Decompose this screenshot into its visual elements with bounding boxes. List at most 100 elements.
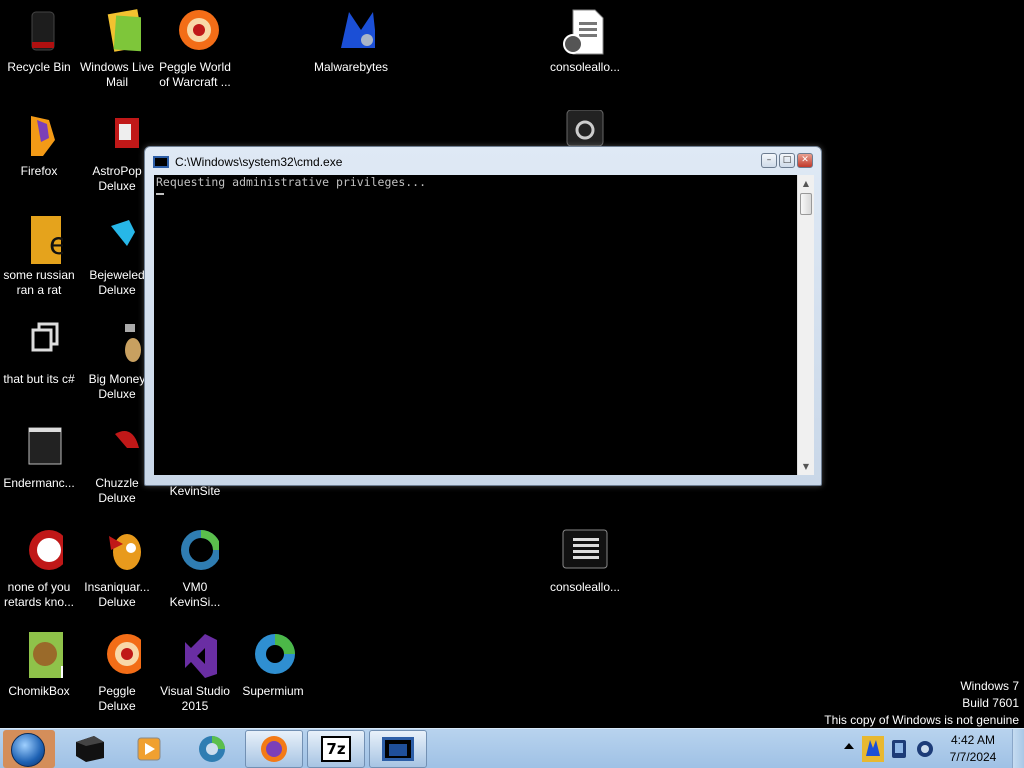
media-player-icon [137,737,161,761]
tray-volume-icon[interactable] [914,736,936,762]
caption-buttons: – □ ✕ [759,153,813,168]
desktop-icon-firefox[interactable]: Firefox [0,112,78,179]
icon-label: consoleallo... [549,60,621,74]
icon-label: that but its c# [3,372,75,386]
icon-label: Endermanc... [3,476,75,490]
icon-label: Peggle Deluxe [98,684,136,713]
taskbar-cmd[interactable] [369,730,427,768]
desktop-icon-recycle-bin[interactable]: Recycle Bin [0,8,78,75]
show-desktop-button[interactable] [1012,729,1024,768]
scroll-thumb[interactable] [800,193,812,215]
vm-icon [171,528,221,576]
astropop-icon [93,112,141,160]
tray-network-icon[interactable] [888,736,910,762]
desktop-icon-consoleallo-document[interactable]: consoleallo... [546,8,624,75]
desktop-icon-insaniquarium-deluxe[interactable]: Insaniquar... Deluxe [78,528,156,610]
firefox-icon [15,112,63,160]
desktop-icon-visual-studio-2015[interactable]: Visual Studio 2015 [156,632,234,714]
show-hidden-icons-arrow-icon[interactable] [844,743,854,749]
chuzzle-icon [93,424,141,472]
icon-label: Peggle World of Warcraft ... [159,60,231,89]
text-cursor [156,193,164,195]
icon-label: VM0 KevinSi... [169,580,221,609]
taskbar: 7z 4:42 AM 7/7/2024 [0,728,1024,768]
clock-date: 7/7/2024 [949,750,997,764]
icon-label: KevinSite [169,484,221,498]
icon-label: Firefox [20,164,58,178]
scroll-down-arrow-icon[interactable]: ▼ [798,458,814,475]
desktop-icon-malwarebytes[interactable]: Malwarebytes [312,8,390,75]
peggle-icon [171,8,219,56]
icon-label: ChomikBox [8,684,70,698]
window-title: C:\Windows\system32\cmd.exe [175,155,343,169]
window-titlebar[interactable]: C:\Windows\system32\cmd.exe [153,151,751,173]
desktop-icon-kevinsite[interactable]: KevinSite [156,484,234,499]
firefox-icon [261,736,287,762]
app-icon [15,528,69,576]
icon-label: some russian ran a rat [3,268,75,297]
app-icon: e [15,216,67,264]
taskbar-browser[interactable] [183,730,241,768]
recycle-bin-icon [15,8,63,56]
svg-text:e: e [49,227,63,262]
genuine-watermark: Windows 7 Build 7601 This copy of Window… [824,678,1019,729]
scroll-up-arrow-icon[interactable]: ▲ [798,175,814,192]
taskbar-media-player[interactable] [120,730,178,768]
visual-studio-icon [171,632,219,680]
tray-malwarebytes-icon[interactable] [862,736,884,762]
chomikbox-icon [15,632,75,680]
malwarebytes-icon [327,8,377,56]
watermark-build: Build 7601 [962,696,1019,710]
taskbar-7zip[interactable]: 7z [307,730,365,768]
desktop-icon-none-of-you[interactable]: none of you retards kno... [0,528,78,610]
icon-label: Visual Studio 2015 [160,684,230,713]
desktop-icon-some-russian-ran-a-rat[interactable]: e some russian ran a rat [0,216,78,298]
taskbar-media-center[interactable] [60,730,118,768]
windows-logo-icon [11,733,45,767]
bejeweled-icon [93,216,141,264]
clock-time: 4:42 AM [950,733,996,747]
big-money-icon [93,320,141,368]
desktop-icon-supermium[interactable]: Supermium [234,632,312,699]
shortcut-icon [15,320,63,368]
start-button[interactable] [3,730,55,768]
icon-label: Malwarebytes [313,60,389,74]
desktop-icon-windows-live-mail[interactable]: Windows Live Mail [78,8,156,90]
desktop-icon-peggle-deluxe[interactable]: Peggle Deluxe [78,632,156,714]
minimize-button[interactable]: – [761,153,777,168]
desktop-icon-peggle-world-of-warcraft[interactable]: Peggle World of Warcraft ... [156,8,234,90]
taskbar-firefox[interactable] [245,730,303,768]
maximize-button[interactable]: □ [779,153,795,168]
vertical-scrollbar[interactable]: ▲ ▼ [797,175,814,475]
close-button[interactable]: ✕ [797,153,813,168]
desktop-icon-that-but-its-csharp[interactable]: that but its c# [0,320,78,387]
window-icon [15,424,63,472]
icon-label: none of you retards kno... [3,580,75,609]
icon-label: Insaniquar... Deluxe [84,580,150,609]
cmd-window[interactable]: C:\Windows\system32\cmd.exe – □ ✕ Reques… [144,146,822,486]
7zip-icon: 7z [321,736,351,762]
console-line: Requesting administrative privileges... [156,175,427,189]
icon-label: consoleallo... [549,580,621,594]
cmd-icon [382,737,414,761]
desktop-icon-endermanch[interactable]: Endermanc... [0,424,78,491]
watermark-os: Windows 7 [960,679,1019,693]
desktop-icon-consoleallo-console[interactable]: consoleallo... [546,528,624,595]
document-icon [561,8,609,56]
desktop-icon-chomikbox[interactable]: ChomikBox [0,632,78,699]
watermark-notice: This copy of Windows is not genuine [824,713,1019,727]
icon-label: Supermium [242,684,304,698]
console-icon [561,528,609,576]
taskbar-clock[interactable]: 4:42 AM 7/7/2024 [936,732,1010,766]
windows-live-mail-icon [93,8,145,56]
desktop-icon-vm0-kevinsite[interactable]: VM0 KevinSi... [156,528,234,610]
icon-label: Recycle Bin [7,60,71,74]
icon-label: Windows Live Mail [79,60,155,89]
cmd-icon [153,156,169,168]
media-center-icon [76,736,104,762]
console-output[interactable]: Requesting administrative privileges... [154,175,797,475]
7zip-label: 7z [326,740,346,758]
browser-icon [199,736,225,762]
supermium-icon [249,632,297,680]
peggle-icon [93,632,147,680]
